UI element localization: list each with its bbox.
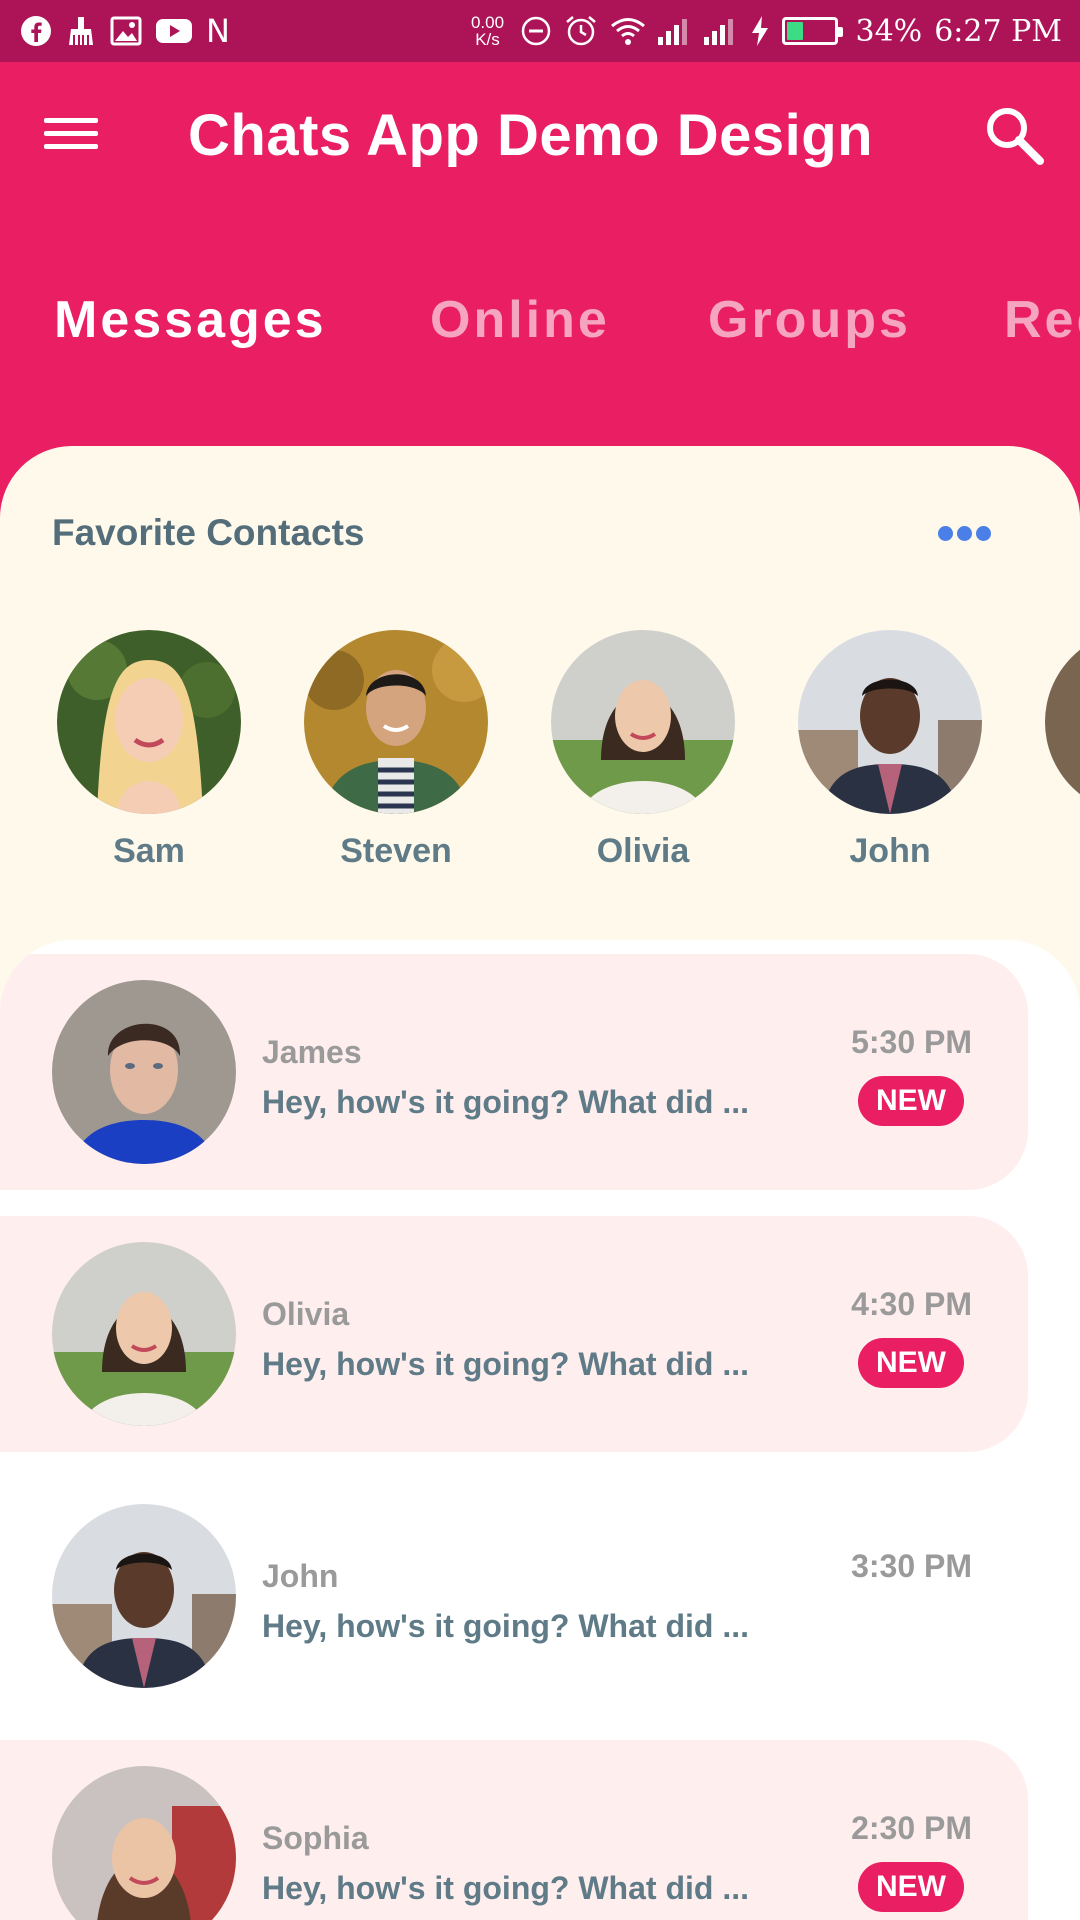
chat-time: 2:30 PM [851,1810,972,1846]
wifi-icon [610,16,646,46]
status-time: 6:27 PM [934,13,1062,49]
battery-icon [781,17,843,45]
chat-name: Sophia [262,1820,369,1856]
contact-name: John [849,832,931,870]
favorite-contact-olivia[interactable]: Olivia [543,630,743,871]
signal-icon-2 [703,17,738,45]
favorite-contact-john[interactable]: John [790,630,990,871]
chat-name: John [262,1558,339,1594]
search-button[interactable] [980,102,1050,172]
tab-messages[interactable]: Messages [54,290,327,350]
charging-icon [750,16,770,46]
favorite-contact-steven[interactable]: Steven [296,630,496,871]
battery-percent: 34% [855,13,923,49]
chat-time: 5:30 PM [851,1024,972,1060]
new-badge: NEW [858,1076,964,1126]
youtube-icon [156,17,192,45]
battery-fill [786,22,803,40]
chat-message-preview: Hey, how's it going? What did ... [262,1346,749,1382]
more-options-button[interactable] [932,514,996,550]
tab-online[interactable]: Online [430,290,610,350]
status-bar: N 0.00 K/s 34% 6:27 PM [0,0,1080,62]
chat-message-preview: Hey, how's it going? What did ... [262,1608,749,1644]
contact-name: Olivia [596,832,690,870]
content-panel: Favorite Contacts Sam Steven Olivia John… [0,446,1080,1920]
avatar [52,1242,236,1426]
chat-name: Olivia [262,1296,350,1332]
avatar [798,630,982,814]
new-badge: NEW [858,1338,964,1388]
dnd-icon [520,15,552,47]
chat-time: 3:30 PM [851,1548,972,1584]
contact-name: Steven [340,832,452,870]
net-speed: 0.00 K/s [470,13,505,49]
chat-name: James [262,1034,362,1070]
search-icon [987,108,1044,165]
avatar [1045,630,1080,814]
tab-bar: Messages Online Groups Requests [0,280,1080,360]
avatar [52,1504,236,1688]
tab-requests[interactable]: Requests [1004,290,1080,350]
image-icon [110,16,142,46]
chat-list: James Hey, how's it going? What did ... … [0,940,1080,1920]
n-icon: N [206,12,230,50]
avatar [304,630,488,814]
menu-button[interactable] [38,108,104,158]
chat-time: 4:30 PM [851,1286,972,1322]
contact-name: Sam [113,832,185,870]
avatar [551,630,735,814]
chat-message-preview: Hey, how's it going? What did ... [262,1084,749,1120]
signal-icon [657,17,692,45]
favorite-contacts-list: Sam Steven Olivia John [0,630,1080,880]
avatar [57,630,241,814]
alarm-icon [564,14,598,48]
avatar [52,980,236,1164]
app-title: Chats App Demo Design [188,103,874,168]
chat-row-sophia[interactable]: Sophia Hey, how's it going? What did ...… [0,1740,1028,1920]
avatar [52,1766,236,1920]
chat-row-john[interactable]: John Hey, how's it going? What did ... 3… [0,1478,1028,1714]
favorite-contacts-title: Favorite Contacts [52,512,365,553]
broom-icon [66,15,96,47]
favorite-contact-partial[interactable] [1037,630,1080,832]
facebook-icon [20,15,52,47]
favorite-contact-sam[interactable]: Sam [49,630,249,871]
tab-groups[interactable]: Groups [708,290,911,350]
chat-row-james[interactable]: James Hey, how's it going? What did ... … [0,954,1028,1190]
new-badge: NEW [858,1862,964,1912]
chat-message-preview: Hey, how's it going? What did ... [262,1870,749,1906]
app-bar: Chats App Demo Design [0,62,1080,210]
chat-row-olivia[interactable]: Olivia Hey, how's it going? What did ...… [0,1216,1028,1452]
